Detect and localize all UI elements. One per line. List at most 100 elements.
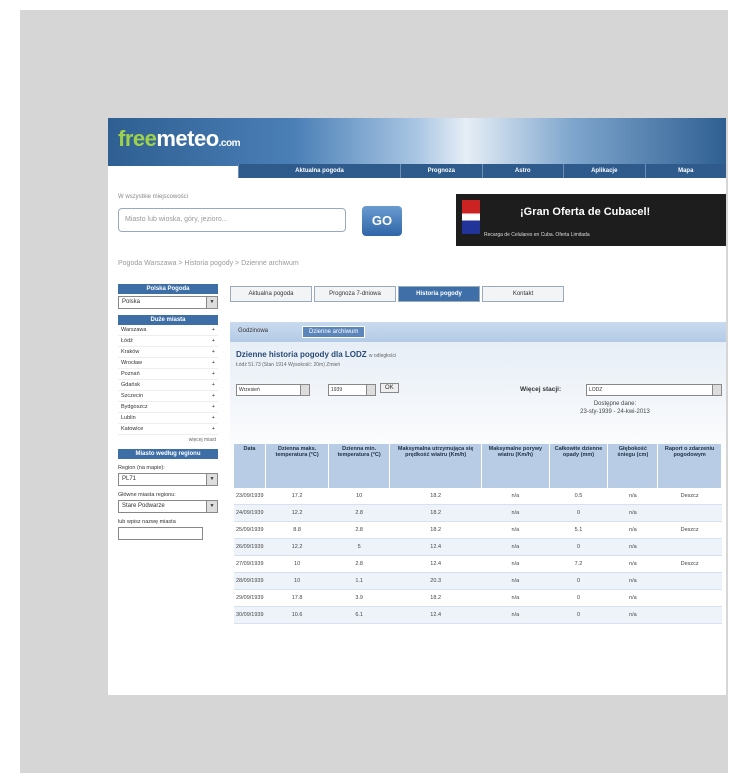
column-header: Data xyxy=(234,444,267,488)
search-input[interactable]: Miasto lub wioska, góry, jezioro... xyxy=(118,208,346,232)
ad-banner[interactable]: ¡Gran Oferta de Cubacel! Recarga de Celu… xyxy=(456,194,726,246)
page-title: Dzienne historia pogody dla LODZ w odleg… xyxy=(236,350,396,359)
table-row: 24/09/1939 12.2 2.8 18.2 n/a 0 n/a xyxy=(234,504,722,522)
main-nav: Aktualna pogoda Prognoza Astro Aplikacje… xyxy=(238,164,726,178)
sidebar-city-label: Szczecin xyxy=(121,393,144,399)
table-cell: n/a xyxy=(607,589,658,607)
nav-current-weather[interactable]: Aktualna pogoda xyxy=(238,164,400,178)
sidebar-city-item[interactable]: Warszawa + xyxy=(118,325,218,336)
history-panel: Dzienne historia pogody dla LODZ w odleg… xyxy=(230,342,726,695)
table-row: 29/09/1939 17.8 3.9 18.2 n/a 0 n/a xyxy=(234,589,722,607)
table-header-row: Data Dzienna maks. temperatura (°C) Dzienn… xyxy=(234,444,722,488)
table-cell: n/a xyxy=(607,538,658,556)
sidebar: Polska Pogoda Polska ▼ Duże miasta Warsza… xyxy=(118,284,218,695)
region-city-select[interactable]: Stare Podwarze ▼ xyxy=(118,500,218,513)
tab-forecast[interactable]: Prognoza 7-dniowa xyxy=(314,286,396,302)
table-cell: n/a xyxy=(607,488,658,505)
sidebar-city-label: Lublin xyxy=(121,415,136,421)
sidebar-city-label: Bydgoszcz xyxy=(121,404,148,410)
sidebar-city-item[interactable]: Gdańsk + xyxy=(118,380,218,391)
subtab-hourly[interactable]: Godzinowa xyxy=(238,328,268,334)
table-cell: 10.6 xyxy=(265,606,329,624)
table-cell: n/a xyxy=(481,555,550,573)
table-cell: n/a xyxy=(481,589,550,607)
table-cell: 2.8 xyxy=(328,521,390,539)
city-search-input[interactable] xyxy=(118,527,203,540)
table-row: 30/09/1939 10.6 6.1 12.4 n/a 0 n/a xyxy=(234,606,722,624)
sidebar-header-poland: Polska Pogoda xyxy=(118,284,218,294)
nav-apps[interactable]: Aplikacje xyxy=(563,164,645,178)
table-cell: 10 xyxy=(328,488,390,505)
table-row: 26/09/1939 12.2 5 12.4 n/a 0 n/a xyxy=(234,538,722,556)
logo-text-meteo: meteo xyxy=(156,126,219,151)
page-title-text: Dzienne historia pogody dla LODZ xyxy=(236,350,367,359)
table-cell: n/a xyxy=(481,606,550,624)
browser-viewport: freemeteo.com Aktualna pogoda Prognoza A… xyxy=(108,118,726,695)
nav-forecast[interactable]: Prognoza xyxy=(400,164,482,178)
go-button[interactable]: GO xyxy=(362,206,402,236)
sidebar-city-item[interactable]: Łódź + xyxy=(118,336,218,347)
available-data: Dostępne dane: 23-sty-1939 - 24-kwi-2013 xyxy=(530,400,700,416)
table-cell: 0 xyxy=(549,572,608,590)
ok-button[interactable]: OK xyxy=(380,383,399,393)
sidebar-city-item[interactable]: Poznań + xyxy=(118,369,218,380)
table-cell: n/a xyxy=(481,521,550,539)
nav-astro[interactable]: Astro xyxy=(481,164,564,178)
city-search-label: lub wpisz nazwę miasta xyxy=(118,519,176,525)
table-cell: 24/09/1939 xyxy=(234,504,266,522)
table-cell: 18.2 xyxy=(389,521,482,539)
station-meta: Łódź 51.73 (Stan 1914 Wysokość: 20m) Zmi… xyxy=(236,362,341,368)
tab-contact[interactable]: Kontakt xyxy=(482,286,564,302)
column-header: Maksymalna utrzymująca się prędkość wiat… xyxy=(389,444,483,488)
sidebar-city-item[interactable]: Bydgoszcz + xyxy=(118,402,218,413)
country-select[interactable]: Polska ▼ xyxy=(118,296,218,309)
sidebar-city-item[interactable]: Lublin + xyxy=(118,413,218,424)
sidebar-city-label: Wrocław xyxy=(121,360,142,366)
table-cell: 18.2 xyxy=(389,504,482,522)
table-body: 23/09/1939 17.2 10 18.2 n/a 0.5 n/a Deszcz 24/09… xyxy=(234,488,722,624)
column-header: Całkowite dzienne opady (mm) xyxy=(549,444,609,488)
breadcrumb[interactable]: Pogoda Warszawa > Historia pogody > Dzie… xyxy=(118,260,299,267)
more-cities-link[interactable]: więcej miast xyxy=(118,435,218,445)
table-cell: 2.8 xyxy=(328,504,390,522)
table-cell: 17.2 xyxy=(265,488,329,505)
subtab-daily-archive[interactable]: Dzienne archiwum xyxy=(302,326,366,338)
table-cell: Deszcz xyxy=(657,555,722,573)
sidebar-city-item[interactable]: Katowice + xyxy=(118,424,218,435)
table-cell: 0.5 xyxy=(549,488,608,505)
tab-history[interactable]: Historia pogody xyxy=(398,286,480,302)
sidebar-city-item[interactable]: Kraków + xyxy=(118,347,218,358)
table-row: 28/09/1939 10 1.1 20.3 n/a 0 n/a xyxy=(234,572,722,590)
site-logo[interactable]: freemeteo.com xyxy=(118,126,241,152)
nav-map[interactable]: Mapa xyxy=(644,164,727,178)
table-cell: 10 xyxy=(265,555,329,573)
table-cell: 1.1 xyxy=(328,572,390,590)
chevron-down-icon: ▼ xyxy=(206,297,217,308)
region-select[interactable]: PL71 ▼ xyxy=(118,473,218,486)
table-cell: n/a xyxy=(481,538,550,556)
chevron-down-icon xyxy=(300,385,309,395)
sidebar-city-label: Warszawa xyxy=(121,327,147,333)
table-cell: 12.2 xyxy=(265,504,329,522)
year-select[interactable]: 1939 xyxy=(328,384,376,396)
column-header: Dzienna min. temperatura (°C) xyxy=(328,444,391,488)
table-cell xyxy=(657,589,722,607)
station-select[interactable]: LODZ xyxy=(586,384,722,396)
table-cell: 7.2 xyxy=(549,555,608,573)
table-cell: 20.3 xyxy=(389,572,482,590)
country-select-value: Polska xyxy=(122,299,141,305)
column-header: Maksymalne porywy wiatru (Km/h) xyxy=(481,444,550,488)
table-cell xyxy=(657,606,722,624)
sidebar-city-label: Poznań xyxy=(121,371,140,377)
table-cell: 26/09/1939 xyxy=(234,538,266,556)
table-cell: 3.9 xyxy=(328,589,390,607)
sidebar-city-item[interactable]: Szczecin + xyxy=(118,391,218,402)
table-cell: 25/09/1939 xyxy=(234,521,266,539)
month-select[interactable]: Wrzesień xyxy=(236,384,310,396)
sidebar-city-item[interactable]: Wrocław + xyxy=(118,358,218,369)
column-header: Głębokość śniegu (cm) xyxy=(607,444,659,488)
tab-current-weather[interactable]: Aktualna pogoda xyxy=(230,286,312,302)
table-cell: n/a xyxy=(607,555,658,573)
plus-icon: + xyxy=(211,371,215,377)
table-cell: 30/09/1939 xyxy=(234,606,266,624)
